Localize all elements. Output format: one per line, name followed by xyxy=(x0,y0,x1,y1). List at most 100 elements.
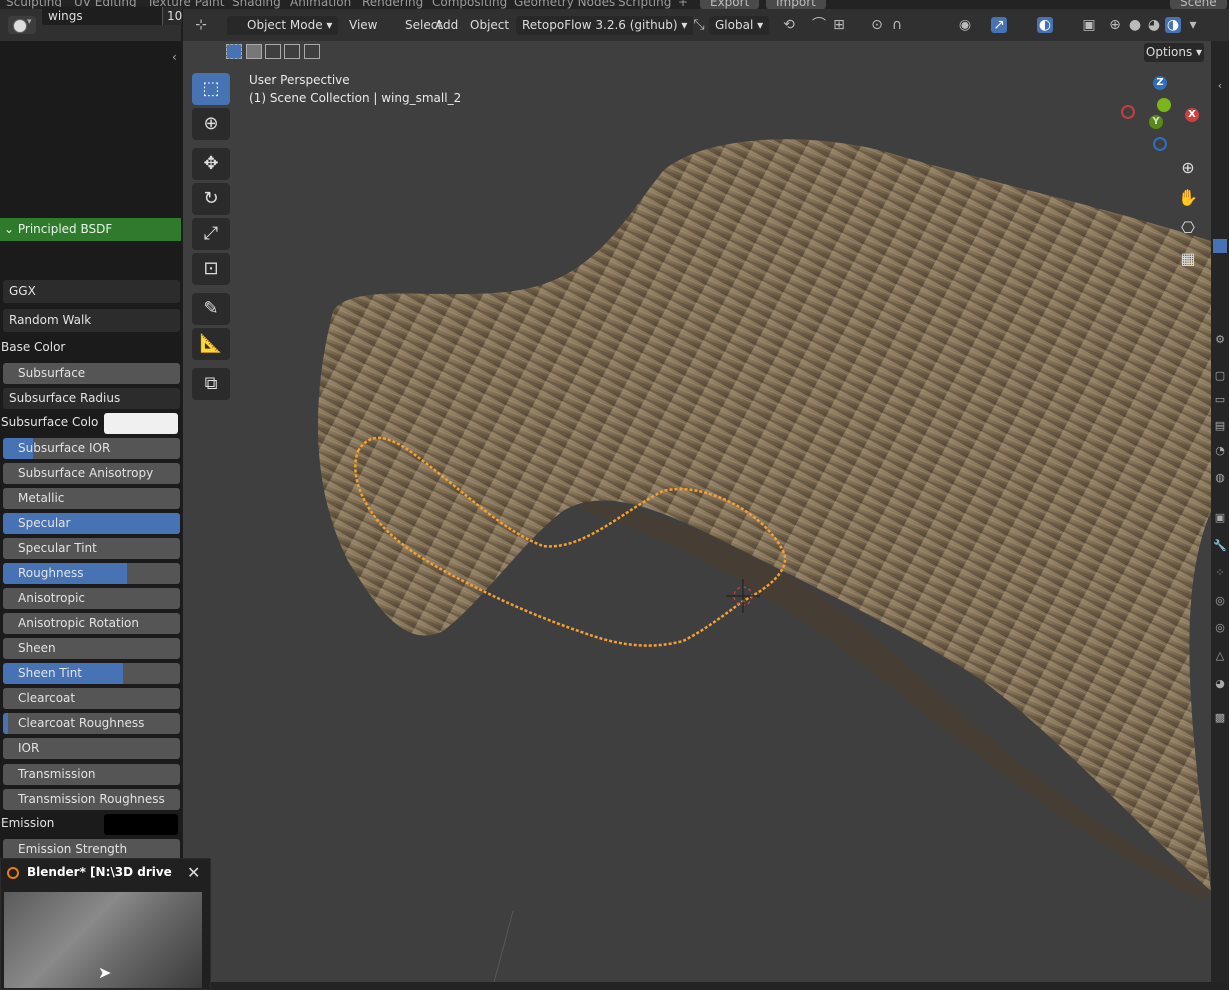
distribution-dropdown[interactable]: GGX xyxy=(3,280,180,303)
select-subtract-icon[interactable] xyxy=(265,44,281,59)
world-tab-icon[interactable]: ◍ xyxy=(1213,471,1227,485)
subsurface-color-swatch[interactable] xyxy=(104,413,178,434)
transform-tool[interactable]: ⊡ xyxy=(192,253,230,285)
material-shading-icon[interactable]: ◕ xyxy=(1146,17,1162,33)
subsurface-method-dropdown[interactable]: Random Walk xyxy=(3,309,180,332)
xray-icon[interactable]: ▣ xyxy=(1081,17,1097,33)
tab-animation[interactable]: Animation xyxy=(290,0,351,9)
options-dropdown[interactable]: Options ▾ xyxy=(1144,43,1204,62)
data-tab-icon[interactable]: △ xyxy=(1213,649,1227,663)
view-layer-tab-icon[interactable]: ▤ xyxy=(1213,419,1227,433)
taskbar-window-preview[interactable]: Blender* [N:\3D drive N\S... ✕ ➤ xyxy=(0,858,211,990)
select-invert-icon[interactable] xyxy=(284,44,300,59)
scale-tool[interactable]: ⤢ xyxy=(192,218,230,250)
users-count[interactable]: 10 xyxy=(162,7,182,25)
field-emission-strength[interactable]: Emission Strength xyxy=(3,839,180,860)
cursor-tool[interactable]: ⊕ xyxy=(192,108,230,140)
gizmo-y-axis[interactable]: Y xyxy=(1149,115,1163,129)
field-anisotropic[interactable]: Anisotropic xyxy=(3,588,180,609)
gizmo-neg-z-axis[interactable] xyxy=(1153,137,1167,151)
field-clearcoat[interactable]: Clearcoat xyxy=(3,688,180,709)
emission-color-swatch[interactable] xyxy=(104,814,178,835)
menu-view[interactable]: View xyxy=(343,16,383,35)
tab-scripting[interactable]: Scripting xyxy=(618,0,671,9)
output-tab-icon[interactable]: ▭ xyxy=(1213,393,1227,407)
snap-target-icon[interactable]: ⊞ xyxy=(831,17,847,33)
constraints-tab-icon[interactable]: ◎ xyxy=(1213,621,1227,635)
field-metallic[interactable]: Metallic xyxy=(3,488,180,509)
ortho-grid-icon[interactable]: ▦ xyxy=(1177,248,1199,270)
tool-tab-icon[interactable]: ⚙ xyxy=(1213,333,1227,347)
measure-tool[interactable]: 📐 xyxy=(192,328,230,360)
overlay-toggle-icon[interactable]: ◐ xyxy=(1037,17,1053,33)
menu-object[interactable]: Object xyxy=(464,16,515,35)
field-specular-tint[interactable]: Specular Tint xyxy=(3,538,180,559)
3d-viewport[interactable] xyxy=(183,41,1211,990)
visibility-icon[interactable]: ◉ xyxy=(957,17,973,33)
tab-rendering[interactable]: Rendering xyxy=(362,0,423,9)
rendered-shading-icon[interactable]: ◑ xyxy=(1165,17,1181,33)
particles-tab-icon[interactable]: ⁘ xyxy=(1213,566,1227,580)
tab-shading[interactable]: Shading xyxy=(232,0,281,9)
field-specular[interactable]: Specular xyxy=(3,513,180,534)
texture-tab-icon[interactable]: ▩ xyxy=(1213,711,1227,725)
object-type-dropdown[interactable]: ▾ xyxy=(8,16,36,34)
tab-compositing[interactable]: Compositing xyxy=(432,0,507,9)
rotate-tool[interactable]: ↻ xyxy=(192,183,230,215)
falloff-icon[interactable]: ∩ xyxy=(889,17,905,33)
proportional-edit-icon[interactable]: ⊙ xyxy=(869,17,885,33)
close-icon[interactable]: ✕ xyxy=(187,863,200,882)
material-tab-icon[interactable]: ◕ xyxy=(1213,677,1227,691)
tab-export[interactable]: Export xyxy=(700,0,760,9)
select-intersect-icon[interactable] xyxy=(304,44,320,59)
field-subsurface-anisotropy[interactable]: Subsurface Anisotropy xyxy=(3,463,180,484)
field-subsurface-ior[interactable]: Subsurface IOR xyxy=(3,438,180,459)
field-sheen-tint[interactable]: Sheen Tint xyxy=(3,663,180,684)
collapse-arrow-icon[interactable]: ‹ xyxy=(172,50,177,64)
scene-selector[interactable]: Scene xyxy=(1170,0,1227,9)
gizmo-z-axis[interactable]: Z xyxy=(1153,76,1167,90)
field-sheen[interactable]: Sheen xyxy=(3,638,180,659)
field-anisotropic-rotation[interactable]: Anisotropic Rotation xyxy=(3,613,180,634)
camera-view-icon[interactable]: ⎔ xyxy=(1177,217,1199,239)
gizmo-toggle-icon[interactable]: ↗ xyxy=(991,17,1007,33)
field-roughness[interactable]: Roughness xyxy=(3,563,180,584)
field-subsurface-radius[interactable]: Subsurface Radius xyxy=(3,388,180,409)
orientation-dropdown[interactable]: Global ▾ xyxy=(709,16,770,35)
move-tool[interactable]: ✥ xyxy=(192,148,230,180)
tab-import[interactable]: Import xyxy=(766,0,826,9)
field-clearcoat-roughness[interactable]: Clearcoat Roughness xyxy=(3,713,180,734)
retopoflow-menu[interactable]: RetopoFlow 3.2.6 (github) ▾ xyxy=(516,16,694,35)
mode-dropdown[interactable]: Object Mode ▾ xyxy=(227,16,339,35)
zoom-icon[interactable]: ⊕ xyxy=(1177,157,1199,179)
select-extend-icon[interactable] xyxy=(246,44,262,59)
gizmo-center-axis[interactable] xyxy=(1157,98,1171,112)
shading-options-icon[interactable]: ▾ xyxy=(1185,17,1201,33)
tab-geometry-nodes[interactable]: Geometry Nodes xyxy=(514,0,615,9)
modifier-tab-icon[interactable]: 🔧 xyxy=(1213,539,1227,553)
field-transmission-roughness[interactable]: Transmission Roughness xyxy=(3,789,180,810)
gizmo-neg-x-axis[interactable] xyxy=(1121,105,1135,119)
field-transmission[interactable]: Transmission xyxy=(3,764,180,785)
annotate-tool[interactable]: ✎ xyxy=(192,293,230,325)
wireframe-shading-icon[interactable]: ⊕ xyxy=(1107,17,1123,33)
object-name-field[interactable]: wings xyxy=(42,7,167,25)
editor-type-icon[interactable]: ⊹ xyxy=(193,17,209,33)
select-box-tool[interactable]: ⬚ xyxy=(192,73,230,105)
add-workspace-button[interactable]: + xyxy=(678,0,688,9)
collapse-arrow-icon[interactable]: ‹ xyxy=(1213,79,1227,93)
pan-hand-icon[interactable]: ✋ xyxy=(1177,187,1199,209)
menu-add[interactable]: Add xyxy=(429,16,464,35)
scene-tab-icon[interactable]: ◔ xyxy=(1213,444,1227,458)
render-tab-icon[interactable]: ▢ xyxy=(1213,369,1227,383)
select-new-icon[interactable] xyxy=(226,44,242,59)
gizmo-x-axis[interactable]: X xyxy=(1185,108,1199,122)
field-ior[interactable]: IOR xyxy=(3,738,180,759)
active-tab-marker[interactable] xyxy=(1213,239,1227,253)
add-cube-tool[interactable]: ⧉ xyxy=(192,368,230,400)
solid-shading-icon[interactable]: ● xyxy=(1127,17,1143,33)
physics-tab-icon[interactable]: ◎ xyxy=(1213,594,1227,608)
pivot-point-icon[interactable]: ⟲ xyxy=(781,17,797,33)
object-tab-icon[interactable]: ▣ xyxy=(1213,511,1227,525)
field-subsurface[interactable]: Subsurface xyxy=(3,363,180,384)
